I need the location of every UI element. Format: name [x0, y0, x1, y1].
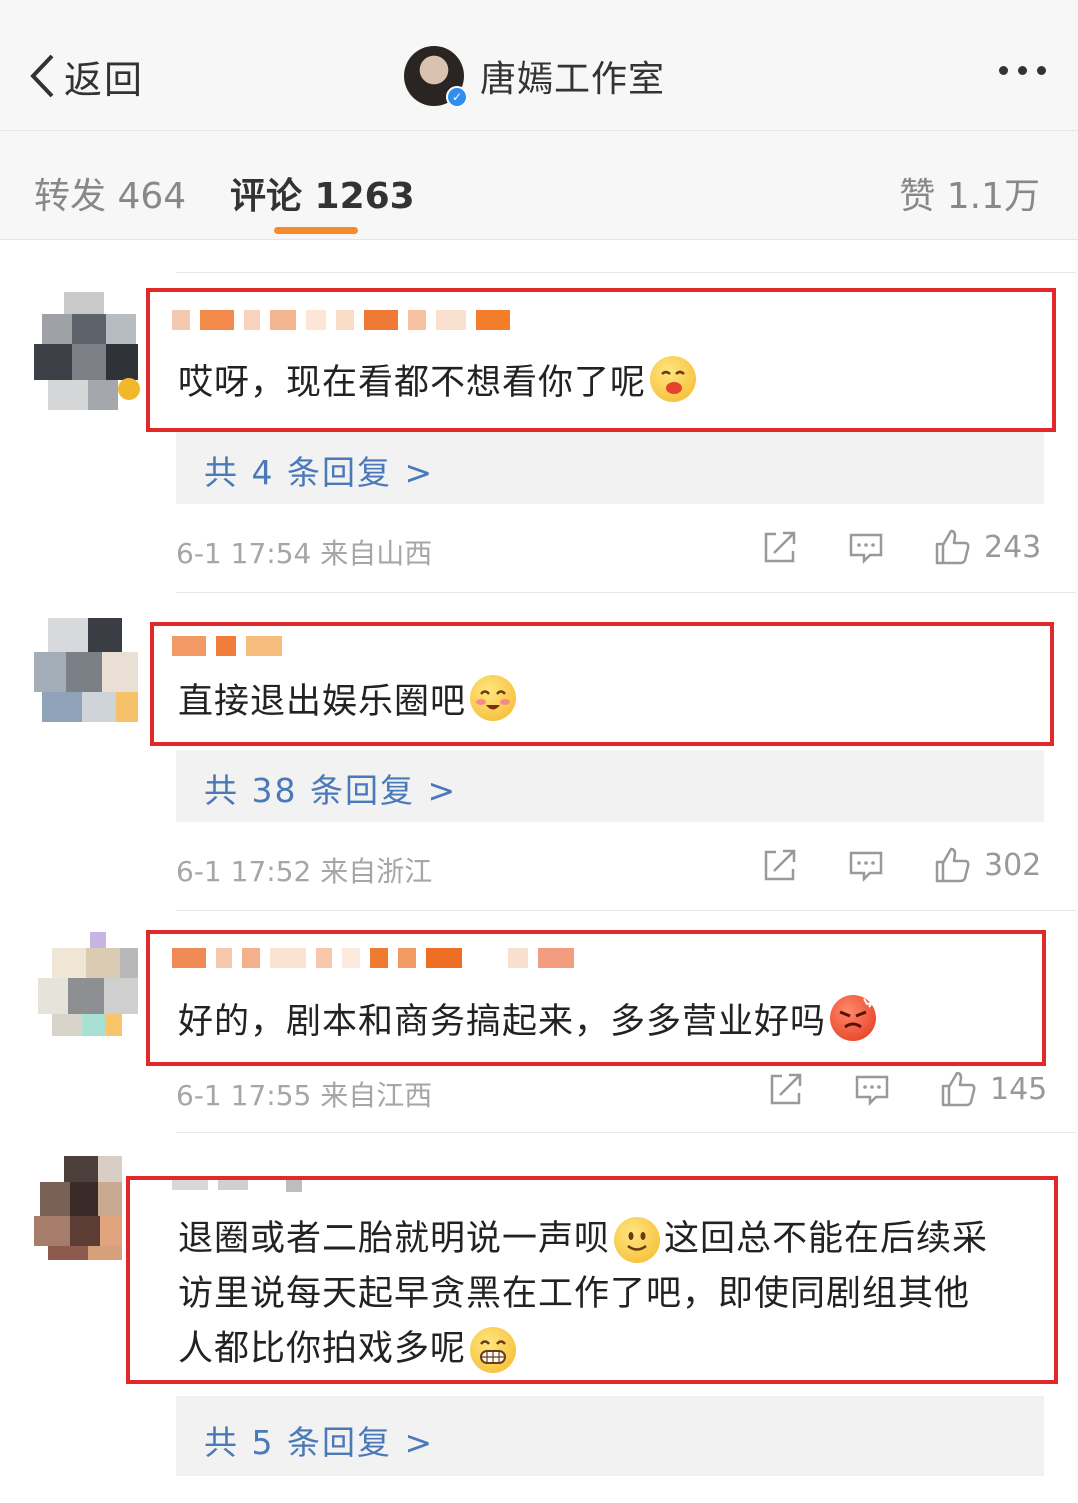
- divider: [176, 272, 1076, 273]
- replies-link[interactable]: 共 5 条回复 >: [176, 1396, 1044, 1476]
- share-button[interactable]: [760, 845, 800, 885]
- account-name: 唐嫣工作室: [480, 59, 666, 100]
- grin-emoji-icon: [470, 1326, 517, 1373]
- comment-meta: 6-1 17:54 来自山西: [176, 537, 433, 570]
- like-count: 243: [984, 529, 1042, 565]
- reply-button[interactable]: [852, 1069, 892, 1109]
- avatar[interactable]: [34, 292, 140, 412]
- comment-line: 访里说每天起早贪黑在工作了吧，即使同剧组其他: [178, 1274, 971, 1314]
- account-title[interactable]: ✓ 唐嫣工作室: [404, 44, 665, 108]
- username-blurred[interactable]: [172, 948, 574, 968]
- username-blurred[interactable]: [172, 636, 282, 656]
- thumbs-up-icon: [935, 529, 970, 565]
- comment-meta: 6-1 17:52 来自浙江: [176, 855, 433, 888]
- blush-emoji-icon: [470, 675, 517, 721]
- chevron-left-icon: [30, 54, 54, 98]
- comment-line: 退圈或者二胎就明说一声呗: [178, 1219, 611, 1259]
- username-blurred[interactable]: [172, 310, 510, 330]
- like-button[interactable]: 243: [932, 527, 1041, 567]
- replies-label: 共 4 条回复 >: [204, 453, 435, 492]
- replies-link[interactable]: 共 38 条回复 >: [176, 750, 1044, 822]
- reply-button[interactable]: [846, 845, 886, 885]
- top-bar: 返回 ✓ 唐嫣工作室: [0, 0, 1078, 130]
- like-button[interactable]: 145: [938, 1069, 1047, 1109]
- replies-label: 共 38 条回复 >: [204, 771, 458, 810]
- comment-meta: 6-1 17:55 来自江西: [176, 1079, 433, 1112]
- comment-icon: [849, 851, 883, 883]
- share-icon: [770, 1073, 802, 1105]
- comment-line: 这回总不能在后续采: [664, 1219, 989, 1259]
- tab-like[interactable]: 赞 1.1万: [899, 167, 1040, 219]
- comment-body: 直接退出娱乐圈吧: [178, 681, 467, 722]
- back-label: 返回: [64, 57, 145, 102]
- divider: [176, 592, 1076, 593]
- ellipsis-dot: [1018, 66, 1027, 75]
- comment-icon: [849, 533, 883, 565]
- comment-line: 人都比你拍戏多呢: [178, 1329, 467, 1369]
- comment-actions: 145: [766, 1069, 1047, 1109]
- comment-text: 好的，剧本和商务搞起来，多多营业好吗: [178, 992, 877, 1044]
- thumbs-up-icon: [935, 847, 970, 883]
- verified-icon: ✓: [446, 86, 468, 108]
- more-button[interactable]: [999, 66, 1046, 75]
- like-count: 145: [990, 1071, 1048, 1107]
- like-button[interactable]: 302: [932, 845, 1041, 885]
- back-button[interactable]: 返回: [28, 50, 144, 102]
- avatar[interactable]: [34, 618, 138, 738]
- replies-link[interactable]: 共 4 条回复 >: [176, 432, 1044, 504]
- comment-text: 哎呀，现在看都不想看你了呢: [178, 354, 697, 404]
- ellipsis-dot: [1037, 66, 1046, 75]
- comment-text: 退圈或者二胎就明说一声呗 这回总不能在后续采 访里说每天起早贪黑在工作了吧，即使…: [178, 1212, 1046, 1377]
- comment-body: 好的，剧本和商务搞起来，多多营业好吗: [178, 1001, 827, 1042]
- tab-bar: 转发 464 评论 1263 赞 1.1万: [0, 130, 1078, 240]
- share-icon: [764, 849, 796, 881]
- comment-actions: 243: [760, 527, 1041, 567]
- divider: [176, 910, 1076, 911]
- comment-icon: [855, 1075, 889, 1107]
- angry-emoji-icon: [830, 995, 877, 1041]
- ellipsis-icon: [999, 66, 1008, 75]
- thumbs-up-icon: [941, 1071, 976, 1107]
- tab-indicator: [274, 227, 358, 234]
- comment-actions: 302: [760, 845, 1041, 885]
- tab-repost[interactable]: 转发 464: [34, 167, 186, 219]
- comment-text: 直接退出娱乐圈吧: [178, 672, 517, 724]
- avatar[interactable]: [34, 932, 138, 1052]
- share-button[interactable]: [766, 1069, 806, 1109]
- tab-comment[interactable]: 评论 1263: [230, 167, 415, 219]
- share-icon: [764, 531, 796, 563]
- replies-label: 共 5 条回复 >: [204, 1423, 435, 1462]
- reply-button[interactable]: [846, 527, 886, 567]
- like-count: 302: [984, 847, 1042, 883]
- yum-emoji-icon: [650, 356, 697, 402]
- avatar[interactable]: ✓: [404, 46, 468, 108]
- divider: [176, 1132, 1076, 1133]
- smile-emoji-icon: [614, 1216, 661, 1263]
- comment-body: 哎呀，现在看都不想看你了呢: [178, 362, 647, 403]
- avatar[interactable]: [34, 1156, 138, 1276]
- share-button[interactable]: [760, 527, 800, 567]
